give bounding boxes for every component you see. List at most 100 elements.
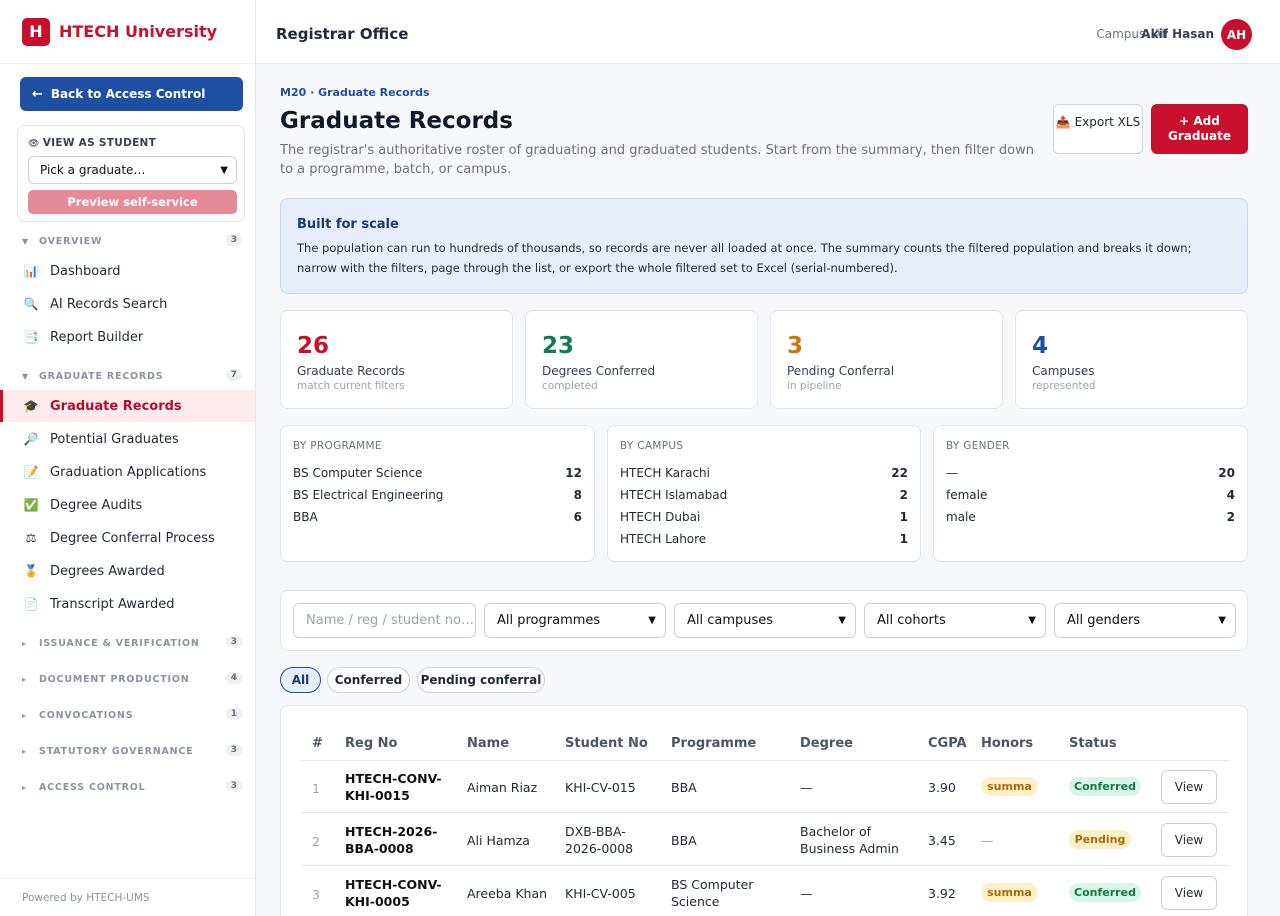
chevron-down-icon: ▼ bbox=[1028, 615, 1036, 626]
graduate-name: Ali Hamza bbox=[467, 833, 530, 848]
campus-select[interactable]: All campuses ▼ bbox=[674, 603, 856, 638]
breakdown-row: BS Computer Science 12 bbox=[293, 466, 582, 480]
programme: BS Computer Science bbox=[671, 877, 754, 909]
col-header-name[interactable]: Name bbox=[467, 736, 509, 751]
back-to-access-control-button[interactable]: ← Back to Access Control bbox=[20, 77, 243, 111]
sidebar-item-transcript-awarded[interactable]: 📄 Transcript Awarded bbox=[0, 588, 255, 620]
stat-sub: match current filters bbox=[297, 380, 405, 392]
page-description: The registrar's authoritative roster of … bbox=[280, 143, 1034, 177]
col-header-honors[interactable]: Honors bbox=[981, 736, 1033, 751]
gender-select[interactable]: All genders ▼ bbox=[1054, 603, 1236, 638]
stat-card-degrees-conferred: 23 Degrees Conferred completed bbox=[525, 310, 758, 409]
export-xls-button[interactable]: 📤 Export XLS bbox=[1053, 104, 1143, 154]
breakdown-row: HTECH Dubai 1 bbox=[620, 510, 908, 524]
honors-badge: summa bbox=[981, 883, 1038, 902]
export-label: Export XLS bbox=[1074, 115, 1141, 129]
arrow-left-icon: ← bbox=[32, 86, 43, 102]
sidebar-item-label: Degrees Awarded bbox=[50, 563, 165, 579]
chevron-down-icon: ▼ bbox=[648, 615, 656, 626]
sidebar-item-graduate-records[interactable]: 🎓 Graduate Records bbox=[0, 390, 255, 422]
sidebar-item-degree-audits[interactable]: ✅ Degree Audits bbox=[0, 489, 255, 521]
sidebar-item-degrees-awarded[interactable]: 🏅 Degrees Awarded bbox=[0, 555, 255, 587]
section-issuance-verification[interactable]: ▸ ISSUANCE & VERIFICATION 3 bbox=[22, 636, 242, 650]
search-icon: 🔍 bbox=[23, 297, 39, 311]
chevron-down-icon: ▼ bbox=[220, 165, 228, 176]
scale-notice: Built for scale The population can run t… bbox=[280, 198, 1248, 294]
view-button[interactable]: View bbox=[1161, 823, 1217, 857]
section-convocations[interactable]: ▸ CONVOCATIONS 1 bbox=[22, 708, 242, 722]
breakdown-by-campus: BY CAMPUS HTECH Karachi 22 HTECH Islamaba… bbox=[607, 425, 921, 562]
tab-conferred[interactable]: Conferred bbox=[327, 667, 410, 693]
notice-title: Built for scale bbox=[297, 217, 399, 232]
sidebar-item-ai-records-search[interactable]: 🔍 AI Records Search bbox=[0, 288, 255, 320]
application-form-icon: 📝 bbox=[23, 465, 39, 479]
honors-empty: — bbox=[981, 833, 994, 848]
section-convocations-label: CONVOCATIONS bbox=[39, 709, 134, 721]
honors-badge: summa bbox=[981, 777, 1038, 796]
section-convocations-count: 1 bbox=[225, 708, 242, 720]
student-no: KHI-CV-005 bbox=[565, 886, 636, 901]
view-button[interactable]: View bbox=[1161, 876, 1217, 910]
university-logo-icon: H bbox=[22, 17, 50, 46]
sidebar-footer: Powered by HTECH-UMS bbox=[0, 878, 255, 916]
filter-bar: Name / reg / student no… All programmes ▼… bbox=[280, 590, 1248, 651]
sidebar-item-dashboard[interactable]: 📊 Dashboard bbox=[0, 255, 255, 287]
search-input[interactable]: Name / reg / student no… bbox=[293, 603, 476, 638]
stat-label: Degrees Conferred bbox=[542, 364, 656, 378]
programme-select[interactable]: All programmes ▼ bbox=[484, 603, 666, 638]
row-divider bbox=[301, 812, 1229, 813]
sidebar-item-label: Graduation Applications bbox=[50, 464, 207, 480]
col-header-degree[interactable]: Degree bbox=[800, 736, 853, 751]
section-document-production[interactable]: ▸ DOCUMENT PRODUCTION 4 bbox=[22, 672, 242, 686]
caret-right-icon: ▸ bbox=[22, 638, 27, 648]
stat-value: 4 bbox=[1032, 333, 1049, 359]
status-badge: Pending bbox=[1069, 830, 1131, 849]
add-graduate-button[interactable]: + Add Graduate bbox=[1151, 104, 1248, 154]
stat-label: Campuses bbox=[1032, 364, 1095, 378]
sidebar-item-graduation-applications[interactable]: 📝 Graduation Applications bbox=[0, 456, 255, 488]
stat-label: Graduate Records bbox=[297, 364, 405, 378]
medal-icon: 🏅 bbox=[23, 564, 39, 578]
status-badge: Conferred bbox=[1069, 883, 1141, 902]
section-statutory-governance[interactable]: ▸ STATUTORY GOVERNANCE 3 bbox=[22, 744, 242, 758]
section-access-count: 3 bbox=[225, 780, 242, 792]
tab-pending-conferral[interactable]: Pending conferral bbox=[417, 667, 545, 693]
brand[interactable]: H HTECH University bbox=[0, 0, 255, 64]
avatar[interactable]: AH bbox=[1221, 19, 1252, 50]
stat-value: 23 bbox=[542, 333, 575, 359]
section-access-control[interactable]: ▸ ACCESS CONTROL 3 bbox=[22, 780, 242, 794]
section-overview[interactable]: ▼ OVERVIEW 3 bbox=[22, 234, 242, 248]
col-header-status[interactable]: Status bbox=[1069, 736, 1117, 751]
chevron-down-icon: ▼ bbox=[1218, 615, 1226, 626]
export-icon: 📤 bbox=[1055, 115, 1075, 129]
sidebar-item-potential-graduates[interactable]: 🔎 Potential Graduates bbox=[0, 423, 255, 455]
cohort-select[interactable]: All cohorts ▼ bbox=[864, 603, 1046, 638]
graduate-name: Aiman Riaz bbox=[467, 780, 538, 795]
col-header-programme[interactable]: Programme bbox=[671, 736, 756, 751]
sidebar-item-report-builder[interactable]: 📑 Report Builder bbox=[0, 321, 255, 353]
breakdown-row: BBA 6 bbox=[293, 510, 582, 524]
tab-all[interactable]: All bbox=[280, 667, 321, 693]
stat-card-campuses: 4 Campuses represented bbox=[1015, 310, 1248, 409]
degree: Bachelor of Business Admin bbox=[800, 824, 899, 856]
cgpa: 3.90 bbox=[928, 780, 956, 795]
caret-right-icon: ▸ bbox=[22, 746, 27, 756]
user-name[interactable]: Akif Hasan bbox=[1141, 27, 1214, 41]
stat-value: 26 bbox=[297, 333, 330, 359]
sidebar-item-label: Graduate Records bbox=[50, 398, 182, 414]
col-header-student-no[interactable]: Student No bbox=[565, 736, 648, 751]
breakdown-by-gender: BY GENDER —20 female 4 male 2 bbox=[933, 425, 1248, 562]
view-button[interactable]: View bbox=[1161, 770, 1217, 804]
section-issuance-count: 3 bbox=[225, 636, 242, 648]
col-header-cgpa[interactable]: CGPA bbox=[928, 736, 967, 751]
col-header-reg-no[interactable]: Reg No bbox=[345, 736, 397, 751]
degree: — bbox=[800, 886, 813, 901]
section-statutory-label: STATUTORY GOVERNANCE bbox=[39, 745, 194, 757]
report-icon: 📑 bbox=[23, 330, 39, 344]
pick-graduate-select[interactable]: Pick a graduate… ▼ bbox=[28, 156, 237, 184]
check-box-icon: ✅ bbox=[23, 498, 39, 512]
sidebar-item-degree-conferral-process[interactable]: ⚖ Degree Conferral Process bbox=[0, 522, 255, 554]
row-index: 1 bbox=[312, 781, 320, 796]
preview-self-service-button[interactable]: Preview self-service bbox=[28, 190, 237, 214]
section-graduate-records[interactable]: ▼ GRADUATE RECORDS 7 bbox=[22, 369, 242, 383]
